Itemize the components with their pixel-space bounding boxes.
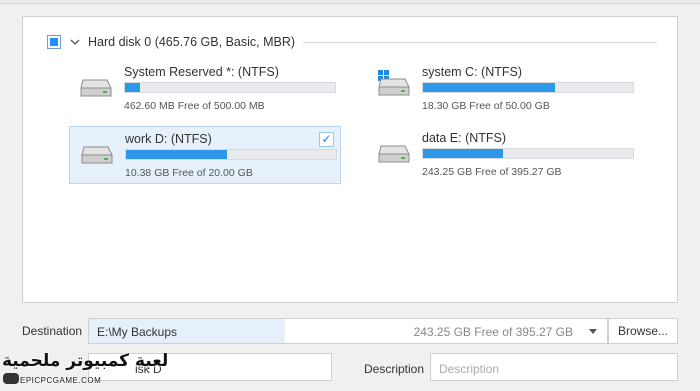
windows-drive-icon <box>378 70 410 96</box>
window-top-edge <box>0 0 700 4</box>
partition-free-space: 10.38 GB Free of 20.00 GB <box>125 167 253 179</box>
dropdown-arrow-icon[interactable] <box>589 329 597 334</box>
disk-title: Hard disk 0 (465.76 GB, Basic, MBR) <box>88 35 296 49</box>
gamepad-icon <box>3 373 19 384</box>
header-divider <box>303 41 657 43</box>
partition-system-c[interactable]: system C: (NTFS) 18.30 GB Free of 50.00 … <box>367 60 639 118</box>
partition-checkbox-checked[interactable]: ✓ <box>319 132 334 147</box>
drive-icon <box>80 79 112 97</box>
description-placeholder: Description <box>439 362 500 376</box>
browse-button[interactable]: Browse... <box>608 318 678 344</box>
usage-bar <box>422 82 634 93</box>
partition-name: data E: (NTFS) <box>422 131 507 145</box>
disk-partition-panel: Hard disk 0 (465.76 GB, Basic, MBR) Syst… <box>22 16 678 303</box>
usage-bar <box>124 82 336 93</box>
disk-checkbox[interactable] <box>47 35 61 49</box>
site-watermark: لعبة كمبيوتر ملحمية EPICPCGAME.COM <box>0 350 168 391</box>
partial-check-fill <box>50 38 58 46</box>
partition-free-space: 18.30 GB Free of 50.00 GB <box>422 100 550 112</box>
usage-fill <box>126 150 227 159</box>
partition-work-d[interactable]: work D: (NTFS) ✓ 10.38 GB Free of 20.00 … <box>69 126 341 184</box>
description-label: Description <box>364 362 425 376</box>
destination-free-space: 243.25 GB Free of 395.27 GB <box>413 325 573 339</box>
destination-path: E:\My Backups <box>97 325 178 339</box>
destination-row: Destination E:\My Backups 243.25 GB Free… <box>22 316 678 344</box>
drive-icon <box>378 145 410 163</box>
partition-name: work D: (NTFS) <box>125 132 212 146</box>
drive-icon <box>81 146 113 164</box>
usage-fill <box>423 83 556 92</box>
watermark-latin-text: EPICPCGAME.COM <box>20 376 102 385</box>
destination-label: Destination <box>22 324 83 338</box>
watermark-arabic-text: لعبة كمبيوتر ملحمية <box>2 351 169 371</box>
usage-fill <box>423 149 503 158</box>
destination-select[interactable]: E:\My Backups 243.25 GB Free of 395.27 G… <box>88 318 608 344</box>
disk-header: Hard disk 0 (465.76 GB, Basic, MBR) <box>47 35 657 49</box>
chevron-down-icon[interactable] <box>70 37 82 47</box>
partition-name: System Reserved *: (NTFS) <box>124 65 279 79</box>
partition-system-reserved[interactable]: System Reserved *: (NTFS) 462.60 MB Free… <box>69 60 341 118</box>
usage-fill <box>125 83 140 92</box>
usage-bar <box>422 148 634 159</box>
description-input[interactable]: Description <box>430 353 678 381</box>
usage-bar <box>125 149 337 160</box>
partition-name: system C: (NTFS) <box>422 65 522 79</box>
partition-data-e[interactable]: data E: (NTFS) 243.25 GB Free of 395.27 … <box>367 126 639 184</box>
partition-free-space: 243.25 GB Free of 395.27 GB <box>422 166 562 178</box>
partition-free-space: 462.60 MB Free of 500.00 MB <box>124 100 265 112</box>
